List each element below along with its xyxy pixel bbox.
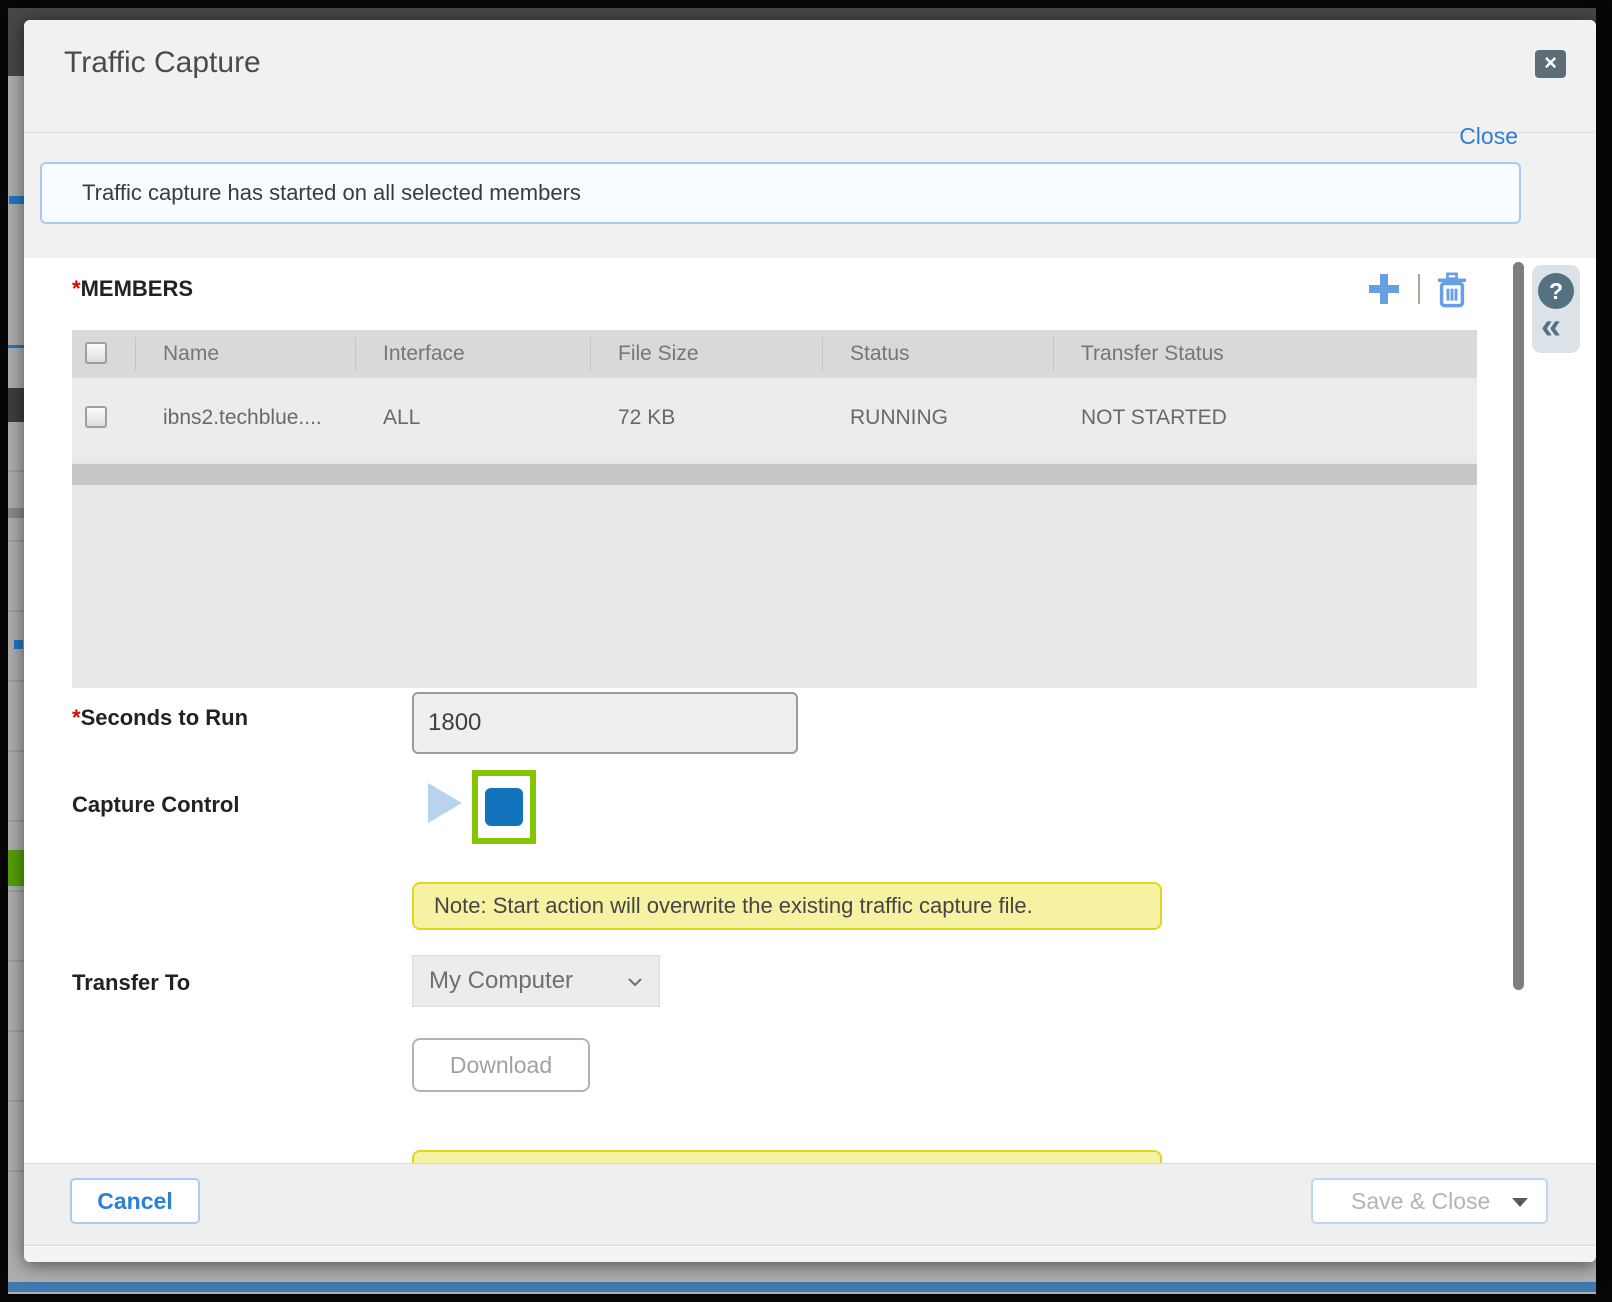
help-panel: ? « (1532, 265, 1580, 353)
dialog-title: Traffic Capture (64, 46, 261, 80)
cell-file-size: 72 KB (618, 378, 675, 458)
cell-transfer-status: NOT STARTED (1081, 378, 1227, 458)
header-divider (24, 132, 1596, 133)
background-text-fragment (9, 196, 24, 204)
capture-control-label: Capture Control (72, 792, 239, 818)
dialog-header-area: Traffic Capture × Close Traffic capture … (24, 20, 1596, 258)
partial-note-box (412, 1150, 1162, 1163)
background-text-fragment (8, 508, 25, 518)
close-link[interactable]: Close (1459, 123, 1518, 150)
help-icon[interactable]: ? (1538, 273, 1574, 309)
traffic-capture-dialog: Traffic Capture × Close Traffic capture … (24, 20, 1596, 1262)
cell-interface: ALL (383, 378, 420, 458)
seconds-to-run-label: *Seconds to Run (72, 705, 248, 731)
delete-member-button[interactable] (1436, 272, 1468, 308)
seconds-to-run-input[interactable] (412, 692, 798, 754)
save-close-label: Save & Close (1351, 1188, 1490, 1214)
table-horizontal-scrollbar[interactable] (72, 464, 1477, 485)
stop-icon[interactable] (485, 788, 523, 826)
cancel-button[interactable]: Cancel (70, 1178, 200, 1224)
transfer-to-selected-value: My Computer (429, 956, 573, 1006)
column-separator (822, 337, 823, 371)
row-checkbox[interactable] (85, 406, 107, 428)
column-separator (135, 337, 136, 371)
screenshot-root: Traffic Capture × Close Traffic capture … (0, 0, 1612, 1302)
cell-status: RUNNING (850, 378, 948, 458)
save-close-button[interactable]: Save & Close (1311, 1178, 1548, 1224)
status-banner: Traffic capture has started on all selec… (40, 162, 1521, 224)
overwrite-note-text: Note: Start action will overwrite the ex… (434, 884, 1033, 928)
table-row[interactable]: ibns2.techblue.... ALL 72 KB RUNNING NOT… (72, 378, 1477, 458)
plus-icon (1365, 270, 1403, 308)
dialog-bottom-strip (24, 1247, 1596, 1262)
overwrite-note: Note: Start action will overwrite the ex… (412, 882, 1162, 930)
play-icon[interactable] (428, 783, 462, 823)
required-asterisk: * (72, 276, 81, 301)
column-header-file-size[interactable]: File Size (618, 330, 699, 378)
background-bottom-blue-bar (8, 1282, 1596, 1292)
download-button[interactable]: Download (412, 1038, 590, 1092)
collapse-icon[interactable]: « (1541, 305, 1561, 347)
column-header-name[interactable]: Name (163, 330, 219, 378)
dialog-footer: Cancel Save & Close (24, 1163, 1596, 1246)
status-banner-text: Traffic capture has started on all selec… (82, 164, 581, 222)
column-header-status[interactable]: Status (850, 330, 910, 378)
select-all-checkbox[interactable] (85, 342, 107, 364)
column-header-interface[interactable]: Interface (383, 330, 465, 378)
cell-name: ibns2.techblue.... (163, 378, 322, 458)
members-table: Name Interface File Size Status Transfer… (72, 330, 1477, 688)
dialog-vertical-scrollbar[interactable] (1513, 262, 1524, 990)
dialog-content: *MEMBERS (24, 258, 1596, 1163)
add-member-button[interactable] (1365, 270, 1403, 308)
highlight-annotation (472, 770, 536, 844)
required-asterisk: * (72, 705, 81, 730)
save-close-dropdown-caret[interactable] (1512, 1198, 1528, 1207)
trash-icon (1436, 272, 1468, 308)
transfer-to-dropdown[interactable]: My Computer (412, 955, 660, 1007)
column-header-transfer-status[interactable]: Transfer Status (1081, 330, 1224, 378)
members-label: *MEMBERS (72, 276, 193, 302)
column-separator (590, 337, 591, 371)
chevron-down-icon (627, 977, 643, 987)
column-separator (355, 337, 356, 371)
background-text-fragment (14, 640, 23, 649)
close-x-button[interactable]: × (1535, 50, 1566, 78)
toolbar-separator (1418, 274, 1420, 304)
members-table-header: Name Interface File Size Status Transfer… (72, 330, 1477, 378)
transfer-to-label: Transfer To (72, 970, 190, 996)
column-separator (1053, 337, 1054, 371)
